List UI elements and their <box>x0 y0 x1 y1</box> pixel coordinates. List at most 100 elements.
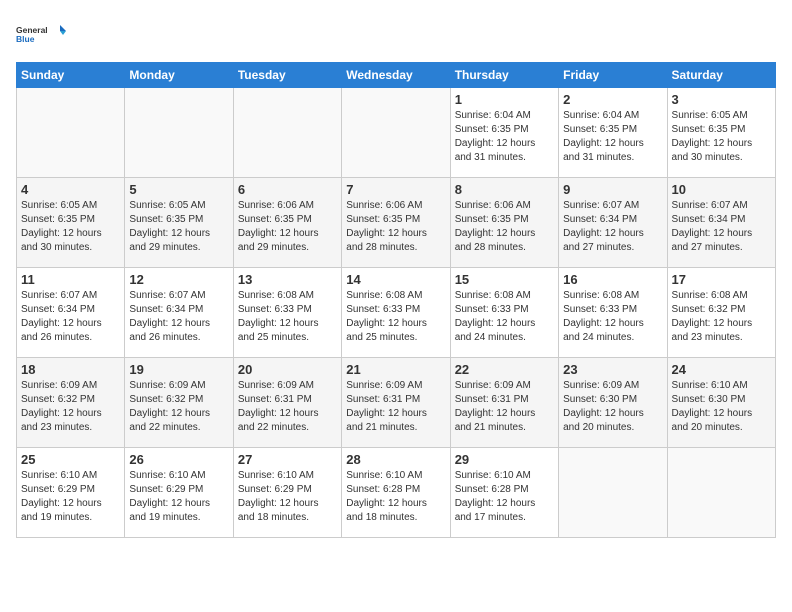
day-info: Sunrise: 6:08 AMSunset: 6:33 PMDaylight:… <box>563 289 662 345</box>
col-header-saturday: Saturday <box>667 63 775 88</box>
day-number: 18 <box>21 362 120 377</box>
day-cell: 24 Sunrise: 6:10 AMSunset: 6:30 PMDayligh… <box>667 358 775 448</box>
day-cell: 9 Sunrise: 6:07 AMSunset: 6:34 PMDaylight… <box>559 178 667 268</box>
day-info: Sunrise: 6:07 AMSunset: 6:34 PMDaylight:… <box>21 289 120 345</box>
day-info: Sunrise: 6:09 AMSunset: 6:31 PMDaylight:… <box>455 379 554 435</box>
day-cell: 22 Sunrise: 6:09 AMSunset: 6:31 PMDayligh… <box>450 358 558 448</box>
col-header-friday: Friday <box>559 63 667 88</box>
day-info: Sunrise: 6:08 AMSunset: 6:32 PMDaylight:… <box>672 289 771 345</box>
week-row-4: 18 Sunrise: 6:09 AMSunset: 6:32 PMDayligh… <box>17 358 776 448</box>
day-number: 25 <box>21 452 120 467</box>
day-cell: 3Sunrise: 6:05 AMSunset: 6:35 PMDaylight… <box>667 88 775 178</box>
day-cell: 13 Sunrise: 6:08 AMSunset: 6:33 PMDayligh… <box>233 268 341 358</box>
day-info: Sunrise: 6:06 AMSunset: 6:35 PMDaylight:… <box>238 199 337 255</box>
day-number: 3 <box>672 92 771 107</box>
svg-text:General: General <box>16 25 48 35</box>
week-row-2: 4 Sunrise: 6:05 AMSunset: 6:35 PMDaylight… <box>17 178 776 268</box>
day-cell: 7 Sunrise: 6:06 AMSunset: 6:35 PMDaylight… <box>342 178 450 268</box>
week-row-3: 11Sunrise: 6:07 AMSunset: 6:34 PMDayligh… <box>17 268 776 358</box>
day-cell: 19 Sunrise: 6:09 AMSunset: 6:32 PMDayligh… <box>125 358 233 448</box>
day-number: 15 <box>455 272 554 287</box>
day-info: Sunrise: 6:10 AMSunset: 6:29 PMDaylight:… <box>21 469 120 525</box>
day-cell <box>342 88 450 178</box>
day-number: 19 <box>129 362 228 377</box>
day-cell: 27Sunrise: 6:10 AMSunset: 6:29 PMDayligh… <box>233 448 341 538</box>
week-row-5: 25 Sunrise: 6:10 AMSunset: 6:29 PMDayligh… <box>17 448 776 538</box>
day-cell: 4Sunrise: 6:05 AMSunset: 6:35 PMDaylight… <box>17 178 125 268</box>
day-info: Sunrise: 6:05 AMSunset: 6:35 PMDaylight:… <box>129 199 228 255</box>
day-number: 23 <box>563 362 662 377</box>
day-cell: 6 Sunrise: 6:06 AMSunset: 6:35 PMDaylight… <box>233 178 341 268</box>
day-info: Sunrise: 6:09 AMSunset: 6:31 PMDaylight:… <box>238 379 337 435</box>
day-cell: 18 Sunrise: 6:09 AMSunset: 6:32 PMDayligh… <box>17 358 125 448</box>
day-cell: 16 Sunrise: 6:08 AMSunset: 6:33 PMDayligh… <box>559 268 667 358</box>
day-number: 16 <box>563 272 662 287</box>
day-cell: 14Sunrise: 6:08 AMSunset: 6:33 PMDayligh… <box>342 268 450 358</box>
day-cell: 11Sunrise: 6:07 AMSunset: 6:34 PMDayligh… <box>17 268 125 358</box>
day-info: Sunrise: 6:08 AMSunset: 6:33 PMDaylight:… <box>346 289 445 345</box>
day-cell: 28 Sunrise: 6:10 AMSunset: 6:28 PMDayligh… <box>342 448 450 538</box>
day-cell: 5 Sunrise: 6:05 AMSunset: 6:35 PMDaylight… <box>125 178 233 268</box>
day-number: 9 <box>563 182 662 197</box>
day-number: 28 <box>346 452 445 467</box>
day-cell: 26 Sunrise: 6:10 AMSunset: 6:29 PMDayligh… <box>125 448 233 538</box>
logo: General Blue <box>16 16 66 54</box>
svg-text:Blue: Blue <box>16 34 35 44</box>
day-cell: 8 Sunrise: 6:06 AMSunset: 6:35 PMDaylight… <box>450 178 558 268</box>
day-cell: 10Sunrise: 6:07 AMSunset: 6:34 PMDayligh… <box>667 178 775 268</box>
day-number: 26 <box>129 452 228 467</box>
day-info: Sunrise: 6:10 AMSunset: 6:28 PMDaylight:… <box>346 469 445 525</box>
day-info: Sunrise: 6:08 AMSunset: 6:33 PMDaylight:… <box>238 289 337 345</box>
day-number: 27 <box>238 452 337 467</box>
day-cell: 25 Sunrise: 6:10 AMSunset: 6:29 PMDayligh… <box>17 448 125 538</box>
day-info: Sunrise: 6:04 AMSunset: 6:35 PMDaylight:… <box>455 109 554 165</box>
day-info: Sunrise: 6:09 AMSunset: 6:32 PMDaylight:… <box>21 379 120 435</box>
day-info: Sunrise: 6:09 AMSunset: 6:32 PMDaylight:… <box>129 379 228 435</box>
day-info: Sunrise: 6:09 AMSunset: 6:31 PMDaylight:… <box>346 379 445 435</box>
day-number: 13 <box>238 272 337 287</box>
day-cell <box>233 88 341 178</box>
day-info: Sunrise: 6:07 AMSunset: 6:34 PMDaylight:… <box>129 289 228 345</box>
day-cell <box>125 88 233 178</box>
header: General Blue <box>16 16 776 54</box>
day-cell <box>667 448 775 538</box>
header-row: SundayMondayTuesdayWednesdayThursdayFrid… <box>17 63 776 88</box>
day-info: Sunrise: 6:04 AMSunset: 6:35 PMDaylight:… <box>563 109 662 165</box>
col-header-wednesday: Wednesday <box>342 63 450 88</box>
day-cell: 1 Sunrise: 6:04 AMSunset: 6:35 PMDaylight… <box>450 88 558 178</box>
day-cell: 15 Sunrise: 6:08 AMSunset: 6:33 PMDayligh… <box>450 268 558 358</box>
day-number: 5 <box>129 182 228 197</box>
day-number: 10 <box>672 182 771 197</box>
col-header-thursday: Thursday <box>450 63 558 88</box>
day-number: 2 <box>563 92 662 107</box>
week-row-1: 1 Sunrise: 6:04 AMSunset: 6:35 PMDaylight… <box>17 88 776 178</box>
day-number: 8 <box>455 182 554 197</box>
day-number: 6 <box>238 182 337 197</box>
day-cell: 2 Sunrise: 6:04 AMSunset: 6:35 PMDaylight… <box>559 88 667 178</box>
day-info: Sunrise: 6:10 AMSunset: 6:30 PMDaylight:… <box>672 379 771 435</box>
day-cell: 17Sunrise: 6:08 AMSunset: 6:32 PMDayligh… <box>667 268 775 358</box>
day-cell: 20 Sunrise: 6:09 AMSunset: 6:31 PMDayligh… <box>233 358 341 448</box>
day-number: 12 <box>129 272 228 287</box>
col-header-tuesday: Tuesday <box>233 63 341 88</box>
calendar-table: SundayMondayTuesdayWednesdayThursdayFrid… <box>16 62 776 538</box>
day-info: Sunrise: 6:06 AMSunset: 6:35 PMDaylight:… <box>346 199 445 255</box>
day-cell: 29Sunrise: 6:10 AMSunset: 6:28 PMDayligh… <box>450 448 558 538</box>
day-cell <box>17 88 125 178</box>
day-number: 20 <box>238 362 337 377</box>
day-cell: 12 Sunrise: 6:07 AMSunset: 6:34 PMDayligh… <box>125 268 233 358</box>
day-number: 1 <box>455 92 554 107</box>
day-info: Sunrise: 6:08 AMSunset: 6:33 PMDaylight:… <box>455 289 554 345</box>
day-cell: 21Sunrise: 6:09 AMSunset: 6:31 PMDayligh… <box>342 358 450 448</box>
day-number: 7 <box>346 182 445 197</box>
day-info: Sunrise: 6:09 AMSunset: 6:30 PMDaylight:… <box>563 379 662 435</box>
day-cell <box>559 448 667 538</box>
day-cell: 23 Sunrise: 6:09 AMSunset: 6:30 PMDayligh… <box>559 358 667 448</box>
day-number: 4 <box>21 182 120 197</box>
day-info: Sunrise: 6:10 AMSunset: 6:29 PMDaylight:… <box>129 469 228 525</box>
day-info: Sunrise: 6:07 AMSunset: 6:34 PMDaylight:… <box>563 199 662 255</box>
day-number: 22 <box>455 362 554 377</box>
day-info: Sunrise: 6:06 AMSunset: 6:35 PMDaylight:… <box>455 199 554 255</box>
col-header-monday: Monday <box>125 63 233 88</box>
day-number: 24 <box>672 362 771 377</box>
